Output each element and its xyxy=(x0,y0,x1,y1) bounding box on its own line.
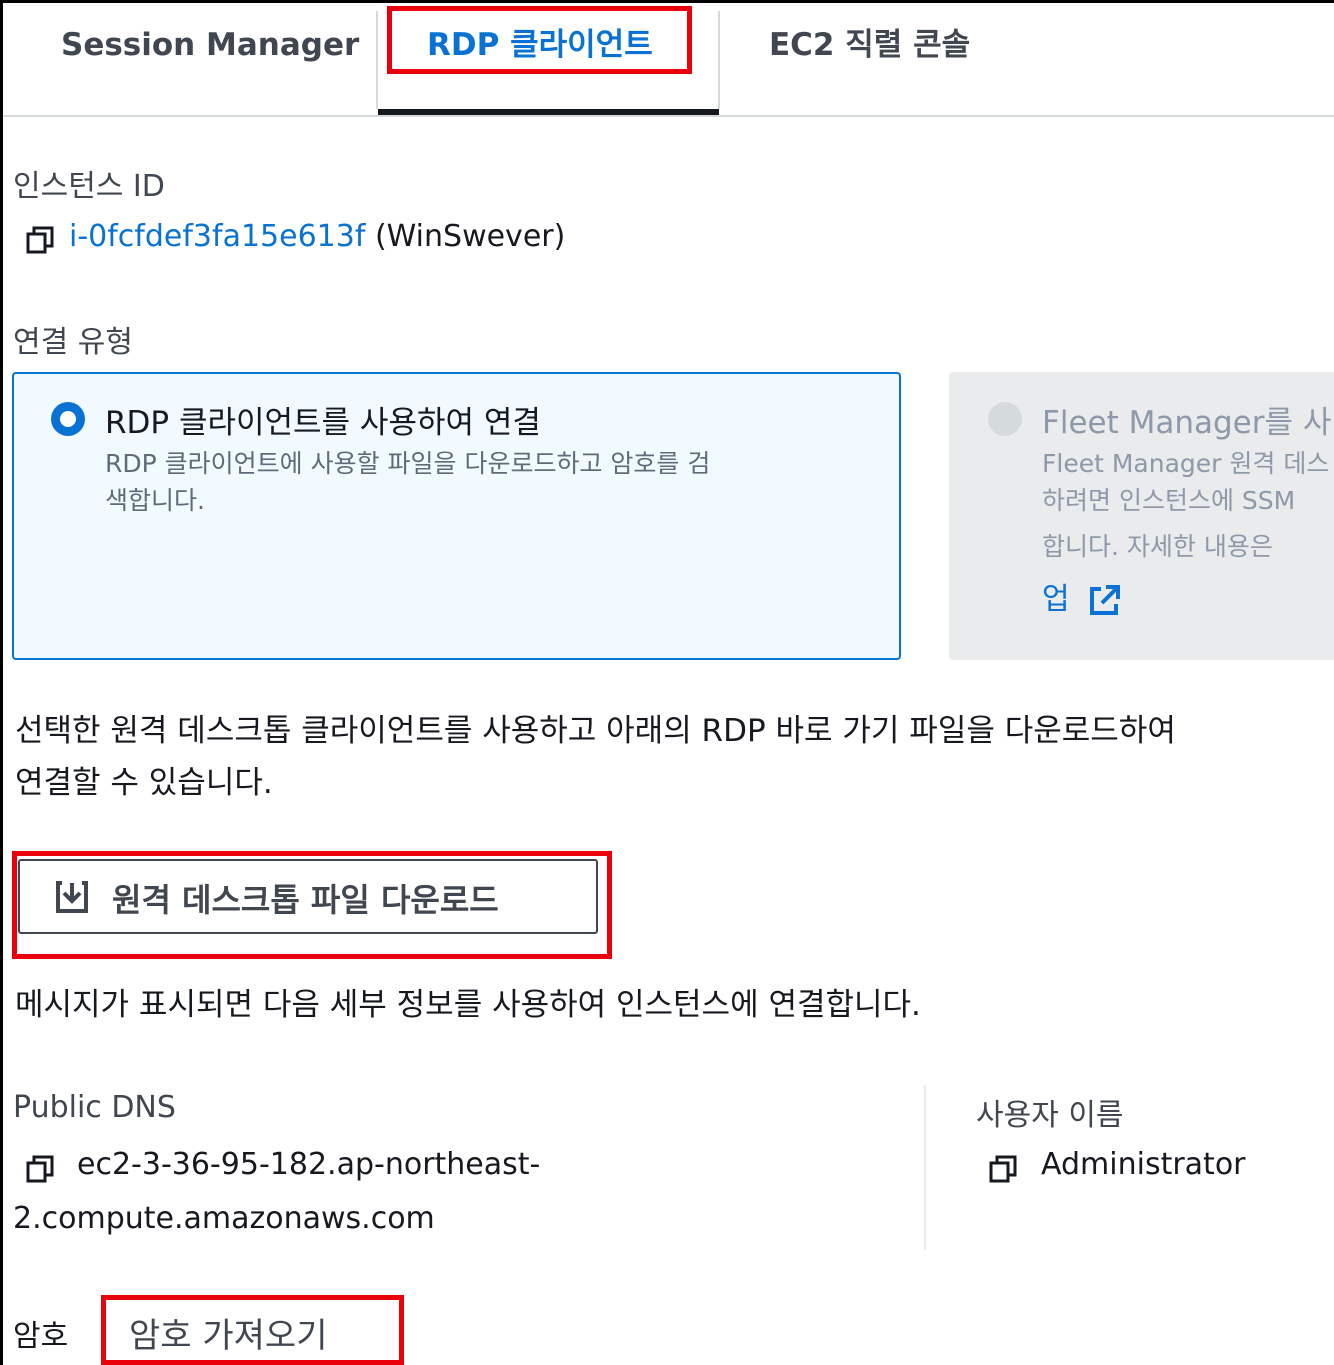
tab-divider xyxy=(376,11,378,109)
radio-selected-icon[interactable] xyxy=(51,402,85,436)
instructions-line-1: 선택한 원격 데스크톱 클라이언트를 사용하고 아래의 RDP 바로 가기 파일… xyxy=(15,713,1176,749)
option-fleet-desc-3: 합니다. 자세한 내용은 xyxy=(1042,532,1273,561)
connect-tabs: Session Manager RDP 클라이언트 EC2 직렬 콘솔 xyxy=(3,3,1334,117)
option-rdp-title: RDP 클라이언트를 사용하여 연결 xyxy=(105,405,541,441)
option-fleet-desc-1: Fleet Manager 원격 데스 xyxy=(1042,449,1330,478)
password-label: 암호 xyxy=(13,1319,69,1354)
tab-rdp-client[interactable]: RDP 클라이언트 xyxy=(427,25,653,65)
external-link-icon[interactable] xyxy=(1086,583,1122,619)
tab-ec2-serial-console[interactable]: EC2 직렬 콘솔 xyxy=(769,25,970,65)
copy-icon[interactable] xyxy=(988,1154,1018,1184)
public-dns-value-1: ec2-3-36-95-182.ap-northeast- xyxy=(77,1147,541,1182)
username-label: 사용자 이름 xyxy=(976,1098,1124,1133)
tab-session-manager[interactable]: Session Manager xyxy=(61,25,359,65)
connection-type-label: 연결 유형 xyxy=(13,325,133,360)
get-password-link[interactable]: 암호 가져오기 xyxy=(129,1308,328,1357)
username-value: Administrator xyxy=(1041,1147,1246,1182)
option-fleet-title: Fleet Manager를 사 xyxy=(1042,405,1332,441)
copy-icon[interactable] xyxy=(25,225,55,255)
download-rdp-file-button[interactable]: 원격 데스크톱 파일 다운로드 xyxy=(18,859,598,934)
option-rdp-desc-1: RDP 클라이언트에 사용할 파일을 다운로드하고 암호를 검 xyxy=(105,449,711,478)
instance-name: (WinSwever) xyxy=(374,219,566,254)
radio-disabled-icon xyxy=(988,402,1022,436)
option-fleet-desc-2: 하려면 인스턴스에 SSM xyxy=(1042,486,1296,515)
download-button-label: 원격 데스크톱 파일 다운로드 xyxy=(112,881,499,919)
option-rdp-desc-2: 색합니다. xyxy=(105,486,205,515)
instance-id-label: 인스턴스 ID xyxy=(13,169,165,204)
instance-id-value: i-0fcfdef3fa15e613f (WinSwever) xyxy=(69,219,565,254)
column-divider xyxy=(924,1085,926,1250)
download-icon xyxy=(56,881,88,913)
connect-prompt-text: 메시지가 표시되면 다음 세부 정보를 사용하여 인스턴스에 연결합니다. xyxy=(15,987,921,1023)
option-fleet-link[interactable]: 업 xyxy=(1042,581,1070,618)
tab-divider xyxy=(718,11,720,109)
copy-icon[interactable] xyxy=(25,1154,55,1184)
public-dns-value-2: 2.compute.amazonaws.com xyxy=(13,1201,435,1236)
rdp-connect-panel: Session Manager RDP 클라이언트 EC2 직렬 콘솔 인스턴스… xyxy=(0,0,1334,1365)
public-dns-label: Public DNS xyxy=(13,1090,176,1125)
active-tab-indicator xyxy=(378,109,719,115)
instructions-line-2: 연결할 수 있습니다. xyxy=(15,765,273,801)
instance-id-link[interactable]: i-0fcfdef3fa15e613f xyxy=(69,219,365,254)
